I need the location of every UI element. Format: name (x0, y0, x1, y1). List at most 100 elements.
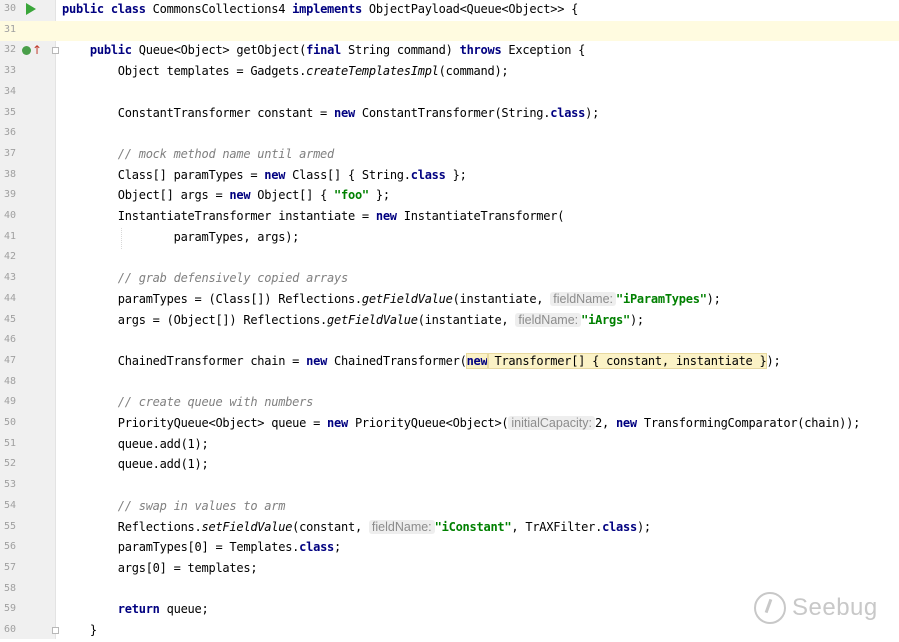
code-text[interactable]: ChainedTransformer chain = new ChainedTr… (62, 352, 781, 369)
line-number[interactable]: 42 (0, 251, 16, 262)
code-line-47[interactable]: 47 ChainedTransformer chain = new Chaine… (0, 352, 899, 373)
line-number[interactable]: 50 (0, 417, 16, 428)
code-editor[interactable]: 30 public class CommonsCollections4 imple… (0, 0, 899, 639)
code-line-48[interactable]: 48 (0, 373, 899, 394)
line-number[interactable]: 32 (0, 44, 16, 55)
line-number[interactable]: 36 (0, 127, 16, 138)
line-number[interactable]: 48 (0, 376, 16, 387)
code-line-40[interactable]: 40 InstantiateTransformer instantiate = … (0, 207, 899, 228)
code-line-31[interactable]: 31 (0, 20, 899, 42)
line-number[interactable]: 54 (0, 500, 16, 511)
line-number[interactable]: 35 (0, 107, 16, 118)
code-text[interactable]: // swap in values to arm (62, 499, 286, 513)
code-line-49[interactable]: 49 // create queue with numbers (0, 393, 899, 414)
code-line-50[interactable]: 50 PriorityQueue<Object> queue = new Pri… (0, 414, 899, 435)
code-line-57[interactable]: 57 args[0] = templates; (0, 559, 899, 580)
code-token: queue.add(1); (62, 457, 209, 472)
code-line-51[interactable]: 51 queue.add(1); (0, 435, 899, 456)
code-line-53[interactable]: 53 (0, 476, 899, 497)
code-text[interactable]: Object templates = Gadgets.createTemplat… (62, 64, 509, 78)
line-number[interactable]: 37 (0, 148, 16, 159)
code-text[interactable]: PriorityQueue<Object> queue = new Priori… (62, 416, 860, 430)
code-text[interactable]: return queue; (62, 602, 209, 616)
code-text[interactable]: paramTypes, args); (62, 230, 300, 244)
code-token: InstantiateTransformer instantiate = (62, 209, 376, 223)
line-number[interactable]: 52 (0, 458, 16, 469)
code-token: }; (368, 188, 390, 203)
line-number[interactable]: 40 (0, 210, 16, 221)
code-line-44[interactable]: 44 paramTypes = (Class[]) Reflections.ge… (0, 290, 899, 311)
code-comment: // grab defensively copied arrays (117, 271, 348, 286)
code-line-45[interactable]: 45 args = (Object[]) Reflections.getFiel… (0, 311, 899, 332)
code-text[interactable]: Class[] paramTypes = new Class[] { Strin… (62, 168, 467, 182)
code-line-32[interactable]: 32 ↑ public Queue<Object> getObject(final… (0, 41, 899, 62)
code-line-36[interactable]: 36 (0, 124, 899, 145)
code-line-35[interactable]: 35 ConstantTransformer constant = new Co… (0, 104, 899, 125)
line-number[interactable]: 47 (0, 355, 16, 366)
fold-icon[interactable] (52, 627, 59, 634)
fold-icon[interactable] (52, 47, 59, 55)
code-text[interactable]: args[0] = templates; (62, 561, 258, 575)
keyword: class (299, 540, 335, 555)
code-line-42[interactable]: 42 (0, 248, 899, 269)
line-number[interactable]: 33 (0, 65, 16, 76)
line-number[interactable]: 58 (0, 583, 16, 594)
code-line-33[interactable]: 33 Object templates = Gadgets.createTemp… (0, 62, 899, 83)
code-text[interactable]: args = (Object[]) Reflections.getFieldVa… (62, 312, 644, 327)
line-number[interactable]: 44 (0, 293, 16, 304)
code-text[interactable]: InstantiateTransformer instantiate = new… (62, 209, 565, 223)
line-number[interactable]: 38 (0, 169, 16, 180)
line-number[interactable]: 55 (0, 521, 16, 532)
code-line-52[interactable]: 52 queue.add(1); (0, 455, 899, 476)
code-text[interactable]: public Queue<Object> getObject(final Str… (62, 43, 585, 57)
line-number[interactable]: 57 (0, 562, 16, 573)
parameter-hint: fieldName: (368, 519, 435, 534)
code-line-39[interactable]: 39 Object[] args = new Object[] { "foo" … (0, 186, 899, 207)
line-number[interactable]: 43 (0, 272, 16, 283)
code-line-55[interactable]: 55 Reflections.setFieldValue(constant, f… (0, 518, 899, 539)
code-line-46[interactable]: 46 (0, 331, 899, 352)
code-line-41[interactable]: 41 paramTypes, args); (0, 228, 899, 249)
line-number[interactable]: 59 (0, 603, 16, 614)
code-text[interactable]: paramTypes = (Class[]) Reflections.getFi… (62, 291, 721, 306)
code-text[interactable]: queue.add(1); (62, 437, 209, 451)
line-number[interactable]: 34 (0, 86, 16, 97)
code-text[interactable]: // grab defensively copied arrays (62, 271, 348, 285)
line-number[interactable]: 56 (0, 541, 16, 552)
code-line-30[interactable]: 30 public class CommonsCollections4 imple… (0, 0, 899, 21)
keyword: public (89, 43, 132, 58)
code-text[interactable]: // mock method name until armed (62, 147, 334, 161)
line-number[interactable]: 60 (0, 624, 16, 635)
code-line-38[interactable]: 38 Class[] paramTypes = new Class[] { St… (0, 166, 899, 187)
line-number[interactable]: 49 (0, 396, 16, 407)
code-text[interactable]: } (62, 623, 97, 637)
code-text[interactable]: // create queue with numbers (62, 395, 314, 409)
line-number[interactable]: 30 (0, 3, 16, 14)
run-class-icon[interactable] (26, 3, 36, 15)
keyword: new (465, 352, 489, 369)
code-line-37[interactable]: 37 // mock method name until armed (0, 145, 899, 166)
line-number[interactable]: 31 (0, 24, 16, 35)
code-token: , TrAXFilter. (511, 519, 603, 534)
line-number[interactable]: 46 (0, 334, 16, 345)
code-text[interactable]: ConstantTransformer constant = new Const… (62, 106, 600, 120)
line-number[interactable]: 53 (0, 479, 16, 490)
code-token: TransformingComparator(chain)); (636, 416, 861, 430)
code-line-34[interactable]: 34 (0, 83, 899, 104)
code-token: (instantiate, (417, 312, 516, 327)
code-text[interactable]: public class CommonsCollections4 impleme… (62, 2, 578, 16)
line-number[interactable]: 39 (0, 189, 16, 200)
code-line-43[interactable]: 43 // grab defensively copied arrays (0, 269, 899, 290)
line-number[interactable]: 51 (0, 438, 16, 449)
code-text[interactable]: paramTypes[0] = Templates.class; (62, 540, 341, 554)
line-number[interactable]: 41 (0, 231, 16, 242)
code-text[interactable]: Reflections.setFieldValue(constant, fiel… (62, 519, 651, 534)
line-number[interactable]: 45 (0, 314, 16, 325)
code-line-54[interactable]: 54 // swap in values to arm (0, 497, 899, 518)
implements-method-icon[interactable] (22, 46, 31, 56)
code-text[interactable]: Object[] args = new Object[] { "foo" }; (62, 188, 390, 202)
code-text[interactable]: queue.add(1); (62, 457, 209, 472)
code-line-56[interactable]: 56 paramTypes[0] = Templates.class; (0, 538, 899, 559)
overrides-arrow-icon[interactable]: ↑ (32, 43, 42, 57)
keyword: throws (459, 43, 502, 58)
